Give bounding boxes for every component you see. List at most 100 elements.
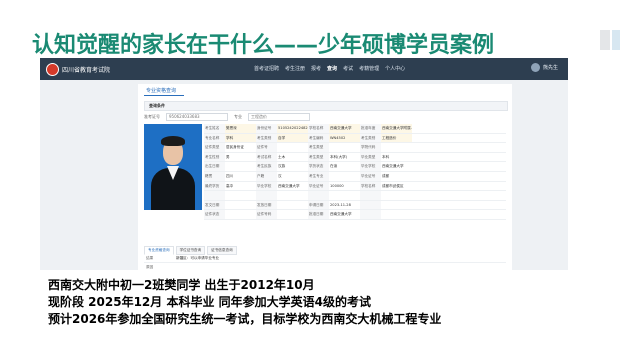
info-grid: 考生姓名 樊恩深 身份证号 5105242022482 学校名称 西南交通大学 批准年度 西南… [204, 124, 506, 220]
field-value [277, 210, 308, 219]
field-label: 考生类型 [308, 143, 329, 152]
field-value: 2023-11-28 [330, 202, 351, 207]
field-label: 户籍 [256, 171, 277, 181]
caption-line: 西南交大附中初一2班樊同学 出生于2012年10月 [48, 278, 315, 292]
field-label: 考生编码 [308, 133, 329, 143]
field-value: 土木 [278, 154, 286, 159]
exam-number-input[interactable]: 950624033683 [166, 112, 228, 121]
table-row: 发文日期 发放日期 申请日期 2023-11-28 [204, 200, 506, 211]
table-row: 籍贯 四川 户籍汉 考生专业 毕业证号 成都 [204, 171, 506, 182]
field-label: 申请日期 [308, 200, 329, 210]
field-label: 考生类别 [360, 133, 381, 143]
caption-line: 预计2026年参加全国研究生统一考试，目标学校为西南交大机械工程专业 [48, 312, 442, 326]
field-value [381, 143, 412, 152]
field-value: 西南交通大学 [382, 164, 404, 169]
field-label: 毕业学校 [256, 181, 277, 191]
avatar-icon [530, 63, 540, 72]
field-label: 学校名称 [308, 124, 329, 133]
field-value [277, 201, 308, 210]
tab-qualification[interactable]: 专业资格查询 [146, 87, 176, 94]
field-label: 专业名称 [204, 133, 225, 143]
field-label: 发放日期 [256, 200, 277, 210]
site-header: 四川省教育考试院 首考证招聘 考生注册 报考 查询 考试 考籍管理 个人中心 熊先生 [40, 58, 568, 80]
nav-item[interactable]: 首考证招聘 [254, 65, 279, 72]
field-value: WN4502 [329, 133, 360, 143]
field-value [381, 210, 412, 219]
nav-item[interactable]: 查询 [327, 65, 337, 72]
field-label: 毕业证号 [308, 181, 329, 191]
field-label: 证件类型 [204, 143, 225, 152]
table-row: 出生日期 考生民族 汉族 学历状态 在读 毕业学校 西南交通大学 [204, 162, 506, 172]
note-value: 新疆区：可以申请毕业专业 [176, 256, 220, 260]
field-value: 四川 [226, 173, 234, 178]
field-value: 自学 [277, 133, 308, 143]
nav-item[interactable]: 报考 [311, 65, 321, 72]
field-value: 100000 [330, 183, 344, 188]
main-nav: 首考证招聘 考生注册 报考 查询 考试 考籍管理 个人中心 [254, 65, 405, 72]
field-value [225, 201, 256, 210]
field-label: 籍贯 [204, 171, 225, 181]
filter-label: 准考证号 [144, 113, 160, 119]
field-label: 考生性别 [204, 152, 225, 162]
field-value: 5105242022482 [277, 124, 308, 133]
field-label: 考试名称 [256, 152, 277, 162]
field-label: 毕业学校 [360, 162, 381, 171]
table-row: 考生姓名 樊恩深 身份证号 5105242022482 学校名称 西南交通大学 批准年度 西南… [204, 124, 506, 134]
table-row: 证件状态 证件号码 批准日期 西南交通大学 [204, 210, 506, 220]
field-label: 毕业证号 [360, 171, 381, 181]
field-label: 证件状态 [204, 210, 225, 219]
section-header: 查询条件 [144, 101, 508, 111]
filter-bar: 准考证号 950624033683 专业 工程造价 [144, 112, 506, 121]
decorative-bar [612, 30, 620, 50]
field-value [225, 210, 256, 219]
field-label: 考生类型 [308, 152, 329, 162]
field-label: 学院代码 [360, 143, 381, 152]
field-label: 学历状态 [308, 162, 329, 171]
field-value: 汉 [278, 173, 282, 178]
user-name: 熊先生 [542, 65, 558, 71]
user-menu[interactable]: 熊先生 [530, 63, 558, 72]
table-row: 考生性别男 考试名称 土木 考生类型 本科(大学) 毕业类型 本科 [204, 152, 506, 163]
notes-table: 结果 新疆区：可以申请毕业专业 原因 [144, 254, 506, 270]
nav-item[interactable]: 考籍管理 [359, 65, 379, 72]
field-label: 毕业类型 [360, 152, 381, 162]
table-row: 最终学历 高中 毕业学校 西南交通大学 毕业证号 100000 学校名称 成都市武侯区 [204, 181, 506, 192]
field-value [277, 143, 308, 152]
field-value [225, 191, 256, 200]
caption-line: 现阶段 2025年12月 本科毕业 同年参加大学英语4级的考试 [48, 295, 371, 309]
site-logo[interactable]: 四川省教育考试院 [46, 63, 110, 76]
field-value [329, 143, 360, 152]
field-label: 考生民族 [256, 162, 277, 171]
field-label [256, 191, 277, 200]
note-key: 原因 [146, 265, 154, 269]
table-row: 原因 [144, 263, 506, 270]
field-label: 考生专业 [308, 171, 329, 181]
field-value [381, 191, 412, 200]
active-tab-indicator [144, 95, 184, 96]
field-value: 西南交通大学 [329, 124, 360, 133]
nav-item[interactable]: 考试 [343, 65, 353, 72]
field-value: 西南交通大学附属... [381, 124, 412, 133]
field-value: 在读 [330, 164, 338, 169]
field-label: 批准日期 [308, 210, 329, 219]
field-label: 证件号 [256, 143, 277, 152]
nav-item[interactable]: 考生注册 [285, 65, 305, 72]
field-label: 证件号码 [256, 210, 277, 219]
query-panel: 专业资格查询 查询条件 准考证号 950624033683 专业 工程造价 考生… [138, 84, 512, 270]
field-label [360, 210, 381, 219]
major-input[interactable]: 工程造价 [248, 112, 310, 121]
field-label: 批准年度 [360, 124, 381, 133]
field-value: 工程造价 [381, 133, 412, 143]
field-value [277, 191, 308, 200]
field-value: 男 [226, 154, 230, 159]
nav-item[interactable]: 个人中心 [385, 65, 405, 72]
field-label [308, 191, 329, 200]
table-row: 结果 新疆区：可以申请毕业专业 [144, 254, 506, 263]
field-value: 本科(大学) [330, 154, 348, 159]
field-value: 成都市武侯区 [382, 183, 404, 188]
field-label: 出生日期 [204, 162, 225, 171]
field-label: 发文日期 [204, 200, 225, 210]
student-photo [144, 124, 202, 210]
field-value [225, 162, 256, 171]
slide-title: 认知觉醒的家长在干什么——少年硕博学员案例 [32, 33, 495, 58]
